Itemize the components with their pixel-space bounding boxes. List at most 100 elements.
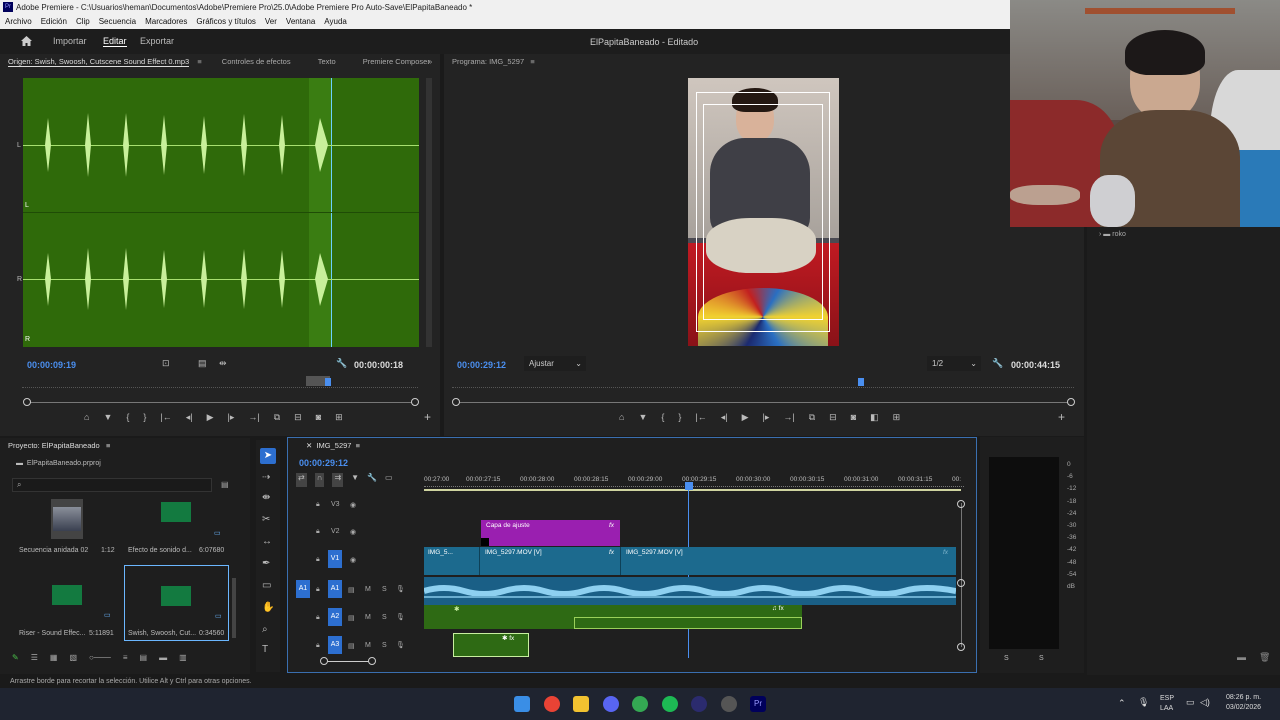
app-icon[interactable] (721, 696, 737, 712)
mute-button[interactable]: M (365, 586, 371, 593)
nest-icon[interactable]: ⇄ (296, 473, 307, 487)
program-scroll-end[interactable] (1067, 398, 1075, 406)
lock-icon[interactable]: 🔒︎ (316, 556, 320, 564)
clip-a2-audio[interactable]: ✱ ♫ fx (424, 605, 802, 629)
prog-marker-icon[interactable]: ▼ (638, 412, 647, 426)
source-playhead[interactable] (325, 378, 331, 386)
project-panel-title[interactable]: Proyecto: ElPapitaBaneado ≡ (8, 441, 110, 450)
track-a1-target[interactable]: A1 (328, 580, 342, 598)
bin-icon[interactable]: ▤ (221, 480, 229, 489)
program-video-frame[interactable] (688, 78, 839, 346)
captions-icon[interactable]: ▭ (385, 473, 393, 487)
timeline-vscroll[interactable] (961, 503, 962, 647)
tray-mic-icon[interactable]: 🎙︎ (1138, 697, 1149, 708)
source-ruler[interactable] (22, 382, 418, 388)
thumb-nested-sequence[interactable] (51, 499, 83, 539)
lock-icon[interactable]: 🔒︎ (316, 614, 320, 622)
button-editor-icon[interactable]: ⊞ (335, 412, 343, 426)
overwrite-icon[interactable]: ⊟ (294, 412, 302, 426)
add-marker-icon[interactable]: ▼ (103, 412, 112, 426)
item-name-1[interactable]: Efecto de sonido d... (128, 547, 192, 554)
lock-icon[interactable]: 🔒︎ (316, 501, 320, 509)
source-scroll-track[interactable] (27, 402, 415, 403)
mic-icon[interactable]: 🎙︎ (396, 641, 405, 649)
prog-go-out-icon[interactable]: →| (783, 412, 794, 426)
clip-adjustment-layer[interactable]: Capa de ajuste fx (481, 520, 620, 546)
trash-icon[interactable]: 🗑 (1259, 652, 1270, 663)
sync-lock-icon[interactable]: ▤ (348, 642, 355, 650)
source-patch-a1[interactable]: A1 (296, 580, 310, 598)
volume-icon[interactable]: ◁) (1200, 697, 1210, 708)
resolution-dropdown[interactable]: 1/2 ⌄ (927, 356, 981, 371)
program-timecode-current[interactable]: 00:00:29:12 (457, 360, 506, 370)
program-scroll-track[interactable] (458, 402, 1072, 403)
premiere-taskbar-icon[interactable]: Pr (750, 696, 766, 712)
mark-in-icon[interactable]: { (126, 412, 129, 426)
clip-a3-audio[interactable]: ✱ fx (453, 633, 529, 657)
chrome-profile-icon[interactable] (632, 696, 648, 712)
track-v1-target[interactable]: V1 (328, 550, 342, 568)
freeform-view-icon[interactable]: ▧ (69, 653, 77, 665)
eye-icon[interactable]: ◉ (350, 556, 356, 564)
eye-icon[interactable]: ◉ (350, 528, 356, 536)
type-tool-icon[interactable]: T (262, 644, 268, 655)
source-timecode-current[interactable]: 00:00:09:19 (27, 360, 76, 370)
program-wrench-icon[interactable]: 🔧 (992, 358, 1003, 369)
mute-button[interactable]: M (365, 642, 371, 649)
track-v3-label[interactable]: V3 (331, 501, 340, 508)
track-a2-target[interactable]: A2 (328, 608, 342, 626)
pencil-icon[interactable]: ✎ (12, 653, 19, 665)
tab-source[interactable]: Origen: Swish, Swoosh, Cutscene Sound Ef… (8, 57, 190, 67)
zoom-slider[interactable]: ○─── (89, 653, 111, 665)
track-v2-label[interactable]: V2 (331, 528, 340, 535)
menu-secuencia[interactable]: Secuencia (99, 15, 136, 29)
item-name-2[interactable]: Riser - Sound Effec... (19, 630, 85, 637)
slip-tool-icon[interactable]: ↔ (262, 536, 272, 547)
snap-icon[interactable]: ∩ (314, 473, 325, 487)
hscroll-handle-left[interactable] (320, 657, 328, 665)
prog-lift-icon[interactable]: ⌂ (619, 412, 624, 426)
sort-icon[interactable]: ≡ (123, 653, 128, 665)
linked-selection-icon[interactable]: ⇉ (332, 473, 344, 487)
go-to-out-icon[interactable]: →| (248, 412, 259, 426)
eye-icon[interactable]: ◉ (350, 501, 356, 509)
solo-button[interactable]: S (382, 586, 387, 593)
network-icon[interactable]: ▭ (1186, 697, 1195, 708)
lock-icon[interactable]: 🔒︎ (316, 528, 320, 536)
menu-ventana[interactable]: Ventana (286, 15, 315, 29)
timeline-wrench-icon[interactable]: 🔧 (367, 473, 377, 487)
project-search-input[interactable]: ⌕ (12, 478, 212, 492)
insert-settings-icon[interactable]: ⊡ (162, 358, 170, 369)
item-name-3[interactable]: Swish, Swoosh, Cut... (128, 630, 196, 637)
lock-icon[interactable]: 🔒︎ (316, 642, 320, 650)
step-forward-icon[interactable]: |▸ (228, 412, 235, 426)
item-name-0[interactable]: Secuencia anidada 02 (19, 547, 88, 554)
track-a3-target[interactable]: A3 (328, 636, 342, 654)
drag-video-icon[interactable]: ▤ (198, 358, 207, 369)
menu-ayuda[interactable]: Ayuda (324, 15, 347, 29)
clip-v1-a[interactable]: IMG_5... (424, 547, 480, 575)
list-view-icon[interactable]: ☰ (31, 653, 38, 665)
razor-tool-icon[interactable]: ✂ (262, 514, 270, 525)
folder-roko[interactable]: › ▬ roko (1099, 231, 1126, 238)
go-to-in-icon[interactable]: |← (160, 412, 171, 426)
clip-v1-c[interactable]: IMG_5297.MOV [V] fx (621, 547, 956, 575)
source-scroll-start[interactable] (23, 398, 31, 406)
home-icon[interactable] (20, 35, 33, 47)
track-select-tool-icon[interactable]: ⇢ (262, 472, 270, 483)
menu-clip[interactable]: Clip (76, 15, 90, 29)
mic-icon[interactable]: 🎙︎ (396, 585, 405, 593)
solo-button[interactable]: S (382, 614, 387, 621)
project-scrollbar[interactable] (232, 578, 236, 638)
tab-edit[interactable]: Editar (103, 36, 127, 47)
prog-play-icon[interactable]: ▶ (742, 412, 749, 426)
ripple-edit-tool-icon[interactable]: ⇼ (262, 492, 270, 503)
vscroll-handle-mid[interactable] (957, 579, 965, 587)
timeline-marker-icon[interactable]: ▼ (351, 473, 359, 487)
thumb-riser[interactable]: ▭ (16, 578, 116, 624)
tab-effect-controls[interactable]: Controles de efectos (222, 57, 291, 66)
prog-step-fwd-icon[interactable]: |▸ (763, 412, 770, 426)
tab-import[interactable]: Importar (53, 36, 87, 46)
prog-compare-icon[interactable]: ◧ (870, 412, 879, 426)
automate-icon[interactable]: ▤ (140, 653, 148, 665)
